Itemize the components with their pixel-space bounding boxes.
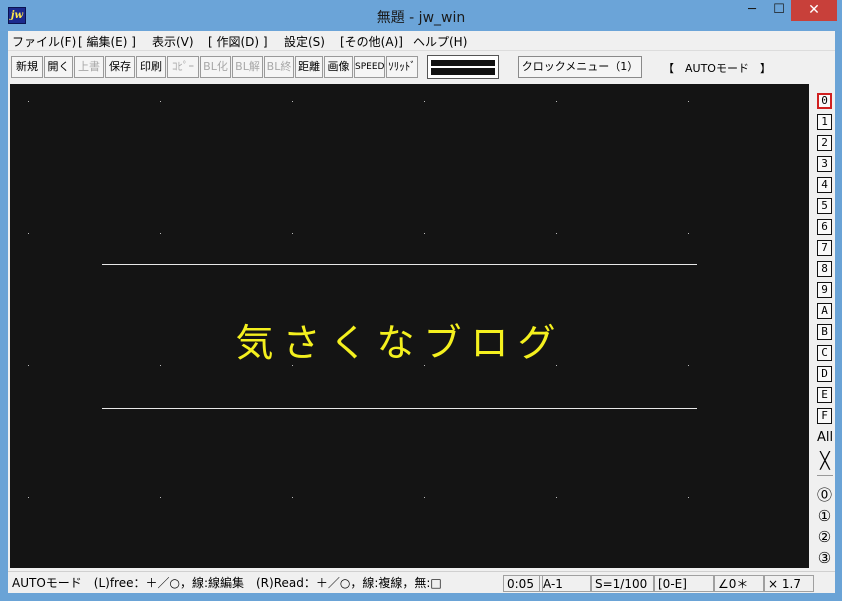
layer-button-e[interactable]: E <box>817 387 832 403</box>
layer-button-7[interactable]: 7 <box>817 240 832 256</box>
layer-close-icon[interactable]: ╳ <box>816 452 834 470</box>
auto-mode-label: 【 AUTOモード 】 <box>663 62 771 75</box>
status-scale[interactable]: S=1/100 <box>591 575 654 592</box>
menu-help[interactable]: ヘルプ(H) <box>413 33 467 50</box>
toolbar: 新規 開く 上書 保存 印刷 ｺﾋﾟｰ BL化 BL解 BL終 距離 画像 SP… <box>8 52 835 82</box>
grid-dot <box>292 365 293 366</box>
menu-bar: ファイル(F) [ 編集(E) ] 表示(V) [ 作図(D) ] 設定(S) … <box>8 31 835 51</box>
copy-button[interactable]: ｺﾋﾟｰ <box>167 56 199 78</box>
grid-dot <box>160 497 161 498</box>
line-sample-2 <box>431 68 495 75</box>
grid-dot <box>28 497 29 498</box>
overwrite-button[interactable]: 上書 <box>74 56 104 78</box>
clock-menu-button[interactable]: クロックメニュー（1） <box>518 56 642 78</box>
grid-dot <box>160 365 161 366</box>
block-release-button[interactable]: BL解 <box>232 56 263 78</box>
grid-dot <box>292 233 293 234</box>
layer-separator <box>817 475 833 476</box>
grid-dot <box>688 233 689 234</box>
maximize-button[interactable]: ☐ <box>766 0 792 21</box>
window-title: 無題 - jw_win <box>376 10 466 26</box>
layer-button-6[interactable]: 6 <box>817 219 832 235</box>
layer-button-5[interactable]: 5 <box>817 198 832 214</box>
grid-dot <box>292 497 293 498</box>
menu-other[interactable]: [その他(A)] <box>340 33 403 50</box>
drawn-line-bottom[interactable] <box>102 408 697 409</box>
save-button[interactable]: 保存 <box>105 56 135 78</box>
grid-dot <box>556 497 557 498</box>
line-type-preview[interactable] <box>427 55 499 79</box>
title-bar: jw 無題 - jw_win ─ ☐ ✕ <box>0 0 842 31</box>
grid-dot <box>688 497 689 498</box>
speed-button[interactable]: SPEED <box>354 56 385 78</box>
grid-dot <box>160 101 161 102</box>
grid-dot <box>292 101 293 102</box>
layer-button-d[interactable]: D <box>817 366 832 382</box>
layer-bar: 0 1 2 3 4 5 6 7 8 9 A B C D E F All ╳ ⓪ … <box>815 90 835 570</box>
block-create-button[interactable]: BL化 <box>200 56 231 78</box>
layer-group-button-1[interactable]: ① <box>817 509 832 524</box>
open-button[interactable]: 開く <box>44 56 73 78</box>
grid-dot <box>28 365 29 366</box>
distance-button[interactable]: 距離 <box>295 56 323 78</box>
grid-dot <box>28 101 29 102</box>
grid-dot <box>556 233 557 234</box>
status-hint: AUTOモード (L)free：＋／○，線:線編集 (R)Read：＋／○，線:… <box>12 576 442 590</box>
menu-view[interactable]: 表示(V) <box>152 33 194 50</box>
menu-draw[interactable]: [ 作図(D) ] <box>208 33 268 50</box>
layer-button-4[interactable]: 4 <box>817 177 832 193</box>
grid-dot <box>424 497 425 498</box>
status-zoom-factor[interactable]: × 1.7 <box>764 575 814 592</box>
line-sample-1 <box>431 60 495 66</box>
close-button[interactable]: ✕ <box>791 0 837 21</box>
layer-group-button-3[interactable]: ③ <box>817 551 832 566</box>
status-paper-size[interactable]: A-1 <box>539 575 591 592</box>
layer-button-2[interactable]: 2 <box>817 135 832 151</box>
drawing-canvas[interactable]: 気さくなブログ <box>10 84 809 568</box>
solid-button[interactable]: ｿﾘｯﾄﾞ <box>386 56 418 78</box>
layer-button-b[interactable]: B <box>817 324 832 340</box>
grid-dot <box>160 233 161 234</box>
status-layer-group[interactable]: [0-E] <box>654 575 714 592</box>
grid-dot <box>424 365 425 366</box>
app-client-area: ファイル(F) [ 編集(E) ] 表示(V) [ 作図(D) ] 設定(S) … <box>8 31 835 593</box>
drawn-line-top[interactable] <box>102 264 697 265</box>
grid-dot <box>424 101 425 102</box>
minimize-button[interactable]: ─ <box>738 0 766 21</box>
block-end-button[interactable]: BL終 <box>264 56 294 78</box>
layer-button-1[interactable]: 1 <box>817 114 832 130</box>
menu-file[interactable]: ファイル(F) <box>12 33 76 50</box>
status-paper-value: 0:05 <box>503 575 543 592</box>
image-button[interactable]: 画像 <box>324 56 353 78</box>
grid-dot <box>424 233 425 234</box>
layer-button-0[interactable]: 0 <box>817 93 832 109</box>
layer-all-button[interactable]: All <box>815 430 835 445</box>
menu-settings[interactable]: 設定(S) <box>284 33 325 50</box>
menu-edit[interactable]: [ 編集(E) ] <box>78 33 136 50</box>
grid-dot <box>556 365 557 366</box>
layer-group-button-0[interactable]: ⓪ <box>817 488 832 503</box>
layer-button-f[interactable]: F <box>817 408 832 424</box>
layer-button-9[interactable]: 9 <box>817 282 832 298</box>
layer-button-3[interactable]: 3 <box>817 156 832 172</box>
layer-button-c[interactable]: C <box>817 345 832 361</box>
layer-button-a[interactable]: A <box>817 303 832 319</box>
grid-dot <box>688 365 689 366</box>
layer-group-button-2[interactable]: ② <box>817 530 832 545</box>
print-button[interactable]: 印刷 <box>136 56 166 78</box>
grid-dot <box>556 101 557 102</box>
grid-dot <box>28 233 29 234</box>
status-angle[interactable]: ∠0＊ <box>714 575 764 592</box>
status-bar: AUTOモード (L)free：＋／○，線:線編集 (R)Read：＋／○，線:… <box>8 571 835 593</box>
layer-button-8[interactable]: 8 <box>817 261 832 277</box>
new-button[interactable]: 新規 <box>11 56 43 78</box>
drawn-text[interactable]: 気さくなブログ <box>10 312 790 367</box>
grid-dot <box>688 101 689 102</box>
